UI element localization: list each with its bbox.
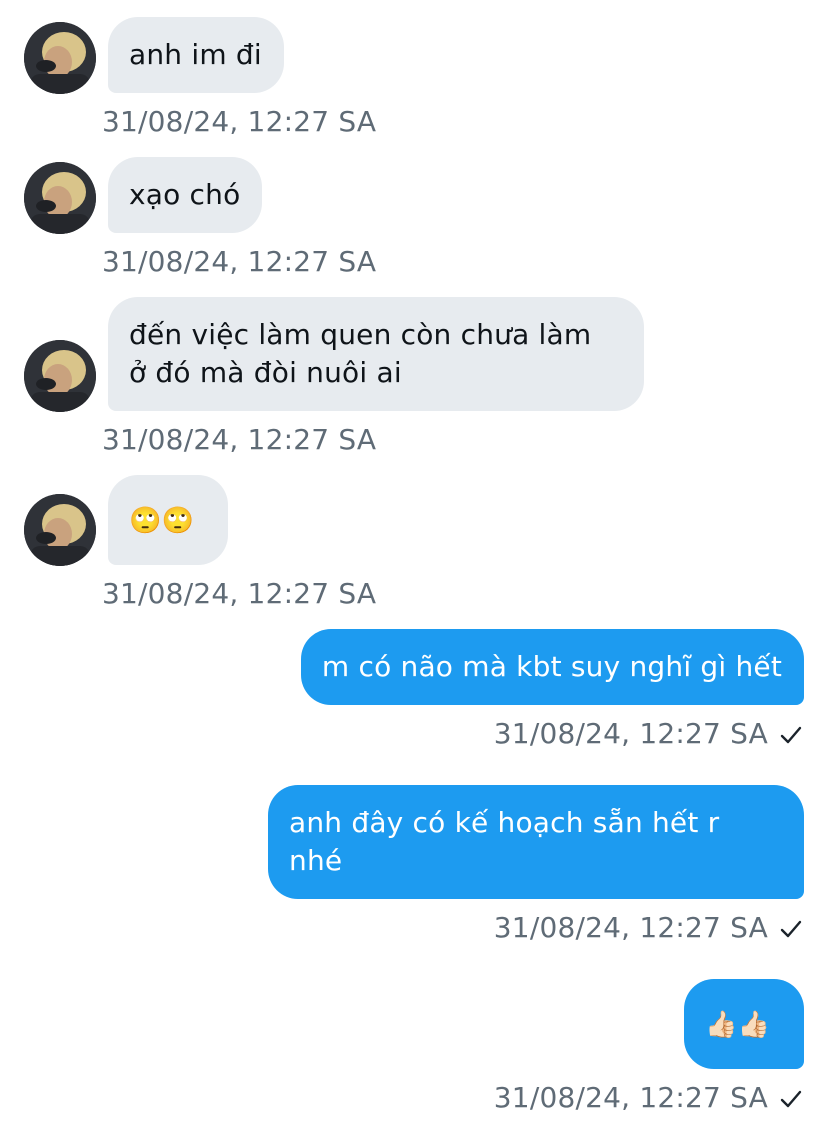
outgoing-message-bubble[interactable]: m có não mà kbt suy nghĩ gì hết [300,629,804,705]
message-text-line: nhé [289,844,343,877]
message-timestamp: 31/08/24, 12:27 SA [493,1081,768,1114]
message-thread: anh im đi 31/08/24, 12:27 SA xạo chó 31/… [0,0,828,1138]
message-text-line: đến việc làm quen còn chưa làm [129,318,592,351]
message-emoji: 🙄🙄 [129,506,195,536]
check-icon [778,916,804,942]
incoming-message-bubble[interactable]: 🙄🙄 [108,475,228,565]
incoming-message-bubble[interactable]: anh im đi [108,17,284,93]
check-icon [778,722,804,748]
incoming-message-bubble[interactable]: đến việc làm quen còn chưa làm ở đó mà đ… [108,297,644,411]
message-timestamp: 31/08/24, 12:27 SA [102,105,377,138]
contact-avatar[interactable] [24,494,96,566]
message-text: anh im đi [129,38,262,71]
message-text-line: anh đây có kế hoạch sẵn hết r [289,806,720,839]
message-emoji: 👍🏻👍🏻 [705,1010,771,1040]
message-timestamp: 31/08/24, 12:27 SA [102,423,377,456]
contact-avatar[interactable] [24,162,96,234]
message-timestamp: 31/08/24, 12:27 SA [493,911,768,944]
message-timestamp: 31/08/24, 12:27 SA [493,717,768,750]
outgoing-message-bubble[interactable]: 👍🏻👍🏻 [684,979,804,1069]
message-text: m có não mà kbt suy nghĩ gì hết [321,650,782,683]
contact-avatar[interactable] [24,22,96,94]
incoming-message-bubble[interactable]: xạo chó [108,157,263,233]
contact-avatar[interactable] [24,340,96,412]
message-text-line: ở đó mà đòi nuôi ai [129,356,402,389]
outgoing-message-bubble[interactable]: anh đây có kế hoạch sẵn hết r nhé [268,785,804,899]
message-timestamp: 31/08/24, 12:27 SA [102,245,377,278]
message-timestamp: 31/08/24, 12:27 SA [102,577,377,610]
message-text: xạo chó [129,178,241,211]
check-icon [778,1086,804,1112]
